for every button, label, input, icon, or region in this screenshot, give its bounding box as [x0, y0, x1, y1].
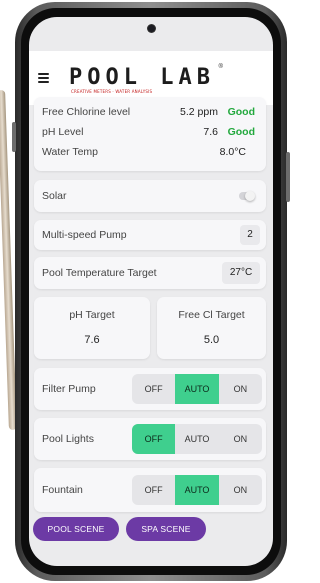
solar-toggle[interactable] — [239, 191, 255, 201]
pool-lights-card: Pool Lights OFF AUTO ON — [34, 418, 266, 460]
fountain-label: Fountain — [42, 484, 83, 496]
chlorine-row: Free Chlorine level 5.2 ppm Good — [42, 106, 258, 124]
filter-pump-selector: OFF AUTO ON — [132, 374, 262, 404]
filter-pump-card: Filter Pump OFF AUTO ON — [34, 368, 266, 410]
logo-tagline: CREATIVE METERS · WATER ANALYSIS — [71, 89, 153, 94]
pool-scene-button[interactable]: POOL SCENE — [33, 517, 119, 541]
water-temp-value: 8.0°C — [219, 146, 246, 158]
fountain-auto-option[interactable]: AUTO — [175, 475, 219, 505]
pool-lab-logo: POOL LAB CREATIVE METERS · WATER ANALYSI… — [69, 58, 223, 98]
filter-pump-off-option[interactable]: OFF — [132, 374, 175, 404]
solar-label: Solar — [42, 190, 67, 202]
pump-label: Multi-speed Pump — [42, 229, 127, 241]
water-temp-label: Water Temp — [42, 146, 99, 158]
pool-lights-selector: OFF AUTO ON — [132, 424, 262, 454]
pool-lights-off-option[interactable]: OFF — [132, 424, 176, 454]
cl-target-label: Free Cl Target — [178, 309, 245, 321]
filter-pump-label: Filter Pump — [42, 383, 96, 395]
chlorine-value: 5.2 ppm — [180, 106, 218, 118]
registered-mark: ® — [218, 64, 223, 70]
ph-row: pH Level 7.6 Good — [42, 126, 258, 144]
cl-target-card[interactable]: Free Cl Target 5.0 — [157, 297, 266, 359]
fountain-on-option[interactable]: ON — [219, 475, 262, 505]
filter-pump-on-option[interactable]: ON — [219, 374, 262, 404]
filter-pump-auto-option[interactable]: AUTO — [175, 374, 219, 404]
ph-label: pH Level — [42, 126, 84, 138]
phone-bezel: POOL LAB CREATIVE METERS · WATER ANALYSI… — [21, 8, 281, 575]
power-button — [286, 152, 290, 202]
fountain-card: Fountain OFF AUTO ON — [34, 468, 266, 512]
ph-value: 7.6 — [203, 126, 218, 138]
solar-card: Solar — [34, 180, 266, 212]
cl-target-value: 5.0 — [203, 334, 220, 346]
ph-status: Good — [227, 126, 255, 138]
water-temp-row: Water Temp 8.0°C — [42, 146, 258, 164]
pool-temp-card: Pool Temperature Target 27°C — [34, 257, 266, 289]
app-screen: POOL LAB CREATIVE METERS · WATER ANALYSI… — [29, 17, 273, 566]
ph-target-card[interactable]: pH Target 7.6 — [34, 297, 150, 359]
ph-target-label: pH Target — [69, 309, 115, 321]
pool-lights-label: Pool Lights — [42, 433, 94, 445]
menu-icon[interactable] — [38, 73, 49, 83]
pool-lights-on-option[interactable]: ON — [219, 424, 262, 454]
pump-card: Multi-speed Pump 2 — [34, 220, 266, 250]
water-status-card: Free Chlorine level 5.2 ppm Good pH Leve… — [34, 97, 266, 171]
pump-speed-value[interactable]: 2 — [240, 225, 260, 245]
pool-temp-value[interactable]: 27°C — [222, 262, 260, 284]
pool-lights-auto-option[interactable]: AUTO — [175, 424, 218, 454]
chlorine-status: Good — [227, 106, 255, 118]
pool-temp-label: Pool Temperature Target — [42, 267, 157, 279]
ph-target-value: 7.6 — [84, 334, 100, 346]
fountain-off-option[interactable]: OFF — [132, 475, 175, 505]
volume-button — [12, 122, 16, 152]
chlorine-label: Free Chlorine level — [42, 106, 131, 118]
phone-frame: POOL LAB CREATIVE METERS · WATER ANALYSI… — [12, 2, 290, 581]
spa-scene-button[interactable]: SPA SCENE — [126, 517, 206, 541]
toggle-knob — [245, 191, 255, 201]
front-camera — [148, 25, 155, 32]
fountain-selector: OFF AUTO ON — [132, 475, 262, 505]
